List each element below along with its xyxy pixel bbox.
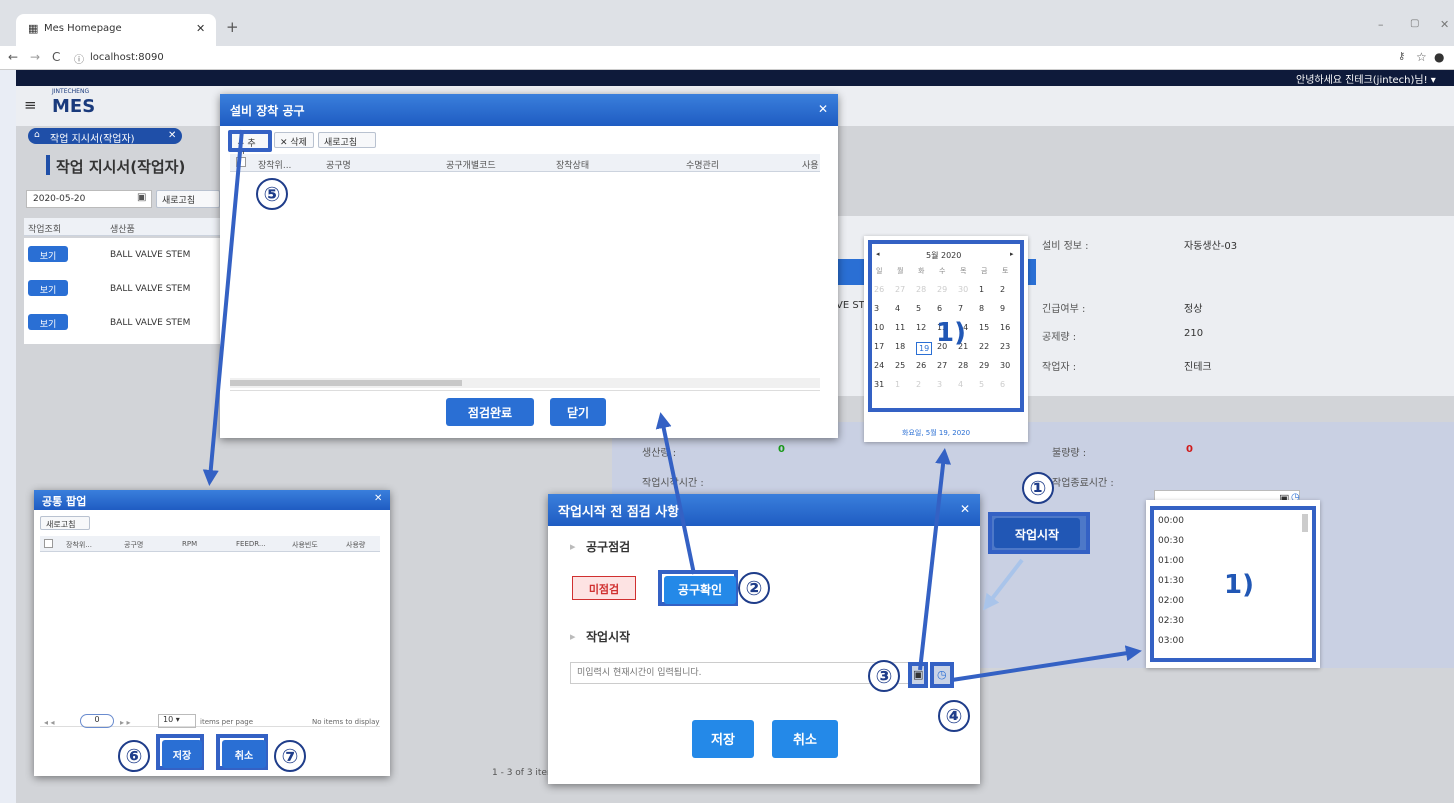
step-3-marker: ③ — [868, 660, 900, 692]
arrow-calendar — [918, 448, 952, 671]
step-5-marker: ⑤ — [256, 178, 288, 210]
step-1-marker: ① — [1022, 472, 1054, 504]
arrow-toolcheck-to-dialog — [655, 412, 696, 575]
step-4-marker: ④ — [938, 700, 970, 732]
step-6-marker: ⑥ — [118, 740, 150, 772]
step-7-marker: ⑦ — [274, 740, 306, 772]
arrow-add-to-popup — [202, 129, 244, 486]
annotation-arrows — [202, 129, 1142, 682]
arrow-start-work — [983, 558, 1024, 611]
arrow-clock — [951, 645, 1142, 682]
step-2-marker: ② — [738, 572, 770, 604]
